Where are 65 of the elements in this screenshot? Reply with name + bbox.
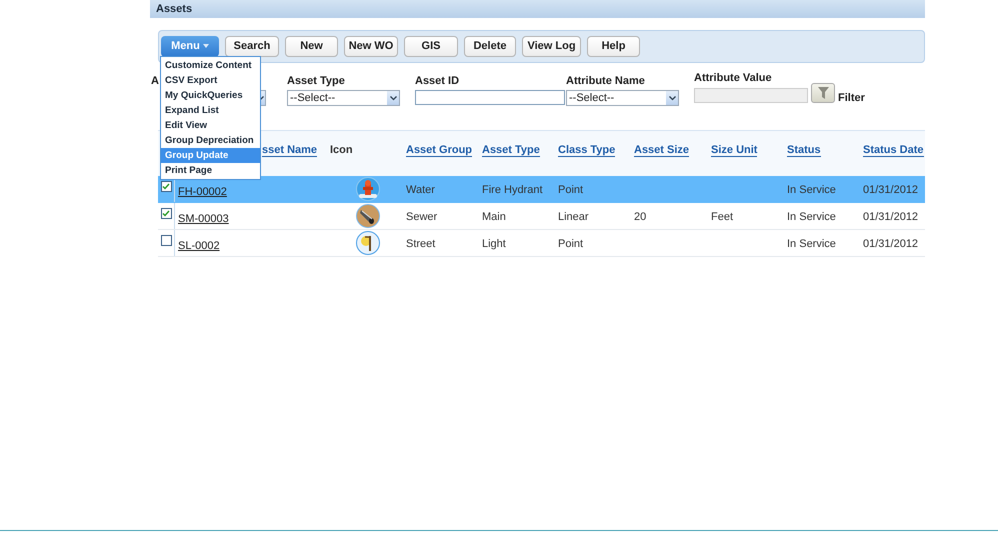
toolbar-button[interactable]: Delete [464, 36, 516, 57]
table-cell: Point [558, 184, 584, 196]
column-header[interactable]: Asset Group [406, 144, 472, 157]
column-header[interactable]: Asset Size [634, 144, 690, 157]
checkbox[interactable] [160, 208, 172, 219]
filter-label: Asset Type [287, 74, 345, 89]
column-header[interactable]: Size Unit [711, 144, 758, 157]
table-cell: 20 [634, 211, 646, 223]
menu-item[interactable]: Edit View [161, 118, 260, 133]
toolbar-button[interactable]: View Log [522, 36, 581, 57]
toolbar-button[interactable]: Search [225, 36, 279, 57]
table-cell: 01/31/2012 [863, 211, 918, 223]
pipe-icon [356, 204, 380, 228]
lamp-icon [356, 231, 380, 255]
filter-label: A [151, 74, 159, 89]
select-field[interactable]: --Select-- [566, 90, 679, 106]
page-title: Assets [156, 2, 192, 17]
asset-link[interactable]: SL-0002 [178, 240, 220, 252]
menu-item[interactable]: Expand List [161, 103, 260, 118]
column-header[interactable]: Status [787, 144, 821, 157]
table-cell: Water [406, 184, 435, 196]
select-field[interactable]: --Select-- [287, 90, 400, 106]
table-row[interactable]: SM-00003 Sewer Main Linear 20 Feet In Service 01/31/2012 [158, 203, 925, 230]
menu-item[interactable]: Print Page [161, 163, 260, 178]
filter-label: Attribute Value [694, 71, 772, 86]
table-cell: Light [482, 238, 506, 250]
funnel-icon [818, 87, 828, 99]
table-row[interactable]: SL-0002 Street Light Point In Service 01/31/2012 [158, 230, 925, 257]
column-header[interactable]: Status Date [863, 144, 924, 157]
hydrant-icon [356, 177, 380, 201]
table-cell: In Service [787, 211, 836, 223]
table-cell: In Service [787, 238, 836, 250]
menu-item[interactable]: Group Depreciation [161, 133, 260, 148]
column-header: Icon [330, 144, 353, 156]
menu-item[interactable]: Customize Content [161, 58, 260, 73]
toolbar-button[interactable]: Help [587, 36, 640, 57]
toolbar-button[interactable]: New WO [344, 36, 398, 57]
table-cell: Point [558, 238, 584, 250]
column-header[interactable]: Asset Type [482, 144, 540, 157]
table-row[interactable]: FH-00002 Water Fire Hydrant Point In Service 01/31/2012 [158, 176, 925, 203]
table-cell: Feet [711, 211, 734, 223]
asset-link[interactable]: FH-00002 [178, 186, 227, 198]
table-cell: Street [406, 238, 436, 250]
checkbox[interactable] [160, 181, 172, 192]
table-cell: 01/31/2012 [863, 238, 918, 250]
filter-label: Attribute Name [566, 74, 645, 89]
filter-button[interactable] [811, 83, 835, 103]
filter-label: Filter [838, 90, 865, 106]
table-cell: Main [482, 211, 506, 223]
asset-link[interactable]: SM-00003 [178, 213, 229, 225]
toolbar-button[interactable]: New [285, 36, 338, 57]
column-header[interactable]: sset Name [262, 144, 318, 157]
toolbar-button[interactable]: GIS [404, 36, 458, 57]
caret-icon [202, 44, 209, 49]
filter-label: Asset ID [415, 74, 460, 89]
table-cell: 01/31/2012 [863, 184, 918, 196]
table-cell: Fire Hydrant [482, 184, 543, 196]
menu-item[interactable]: My QuickQueries [161, 88, 260, 103]
table-cell: Sewer [406, 211, 438, 223]
menu-item[interactable]: CSV Export [161, 73, 260, 88]
checkbox[interactable] [160, 235, 172, 246]
column-header[interactable]: Class Type [558, 144, 616, 157]
table-cell: In Service [787, 184, 836, 196]
table-cell: Linear [558, 211, 589, 223]
input-field[interactable] [415, 90, 565, 105]
